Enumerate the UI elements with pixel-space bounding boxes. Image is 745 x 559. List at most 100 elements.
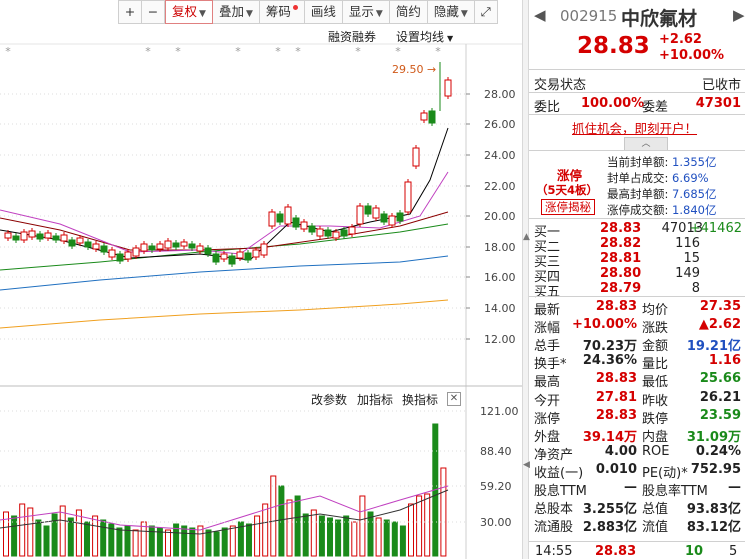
stat-label: 外盘	[534, 429, 561, 445]
stat-value: 70.23万	[582, 339, 637, 355]
price-change-pct: +10.00%	[659, 48, 725, 63]
candle-body	[340, 229, 348, 237]
volume-bar	[140, 521, 147, 557]
price-tick-label: 24.00	[484, 149, 516, 162]
candle-body	[124, 251, 132, 260]
volume-bar	[383, 519, 390, 557]
kline-panel[interactable]: + − 复权 ▼ 叠加 ▼ 筹码 画线 显示 ▼ 简约 隐藏 ▼ ⤢ 融资融券 设置均线…	[0, 0, 522, 559]
stock-code: 002915	[560, 7, 618, 25]
stat-value: 27.35	[699, 299, 741, 314]
trade-status-value: 已收市	[701, 78, 741, 93]
volume-bar	[59, 505, 66, 557]
bid-volume: 8	[691, 281, 700, 296]
collapse-tab[interactable]: ︿	[624, 137, 668, 150]
last-price: 28.83	[577, 33, 650, 59]
volume-bar	[35, 519, 42, 557]
price-tick-label: 12.00	[484, 333, 516, 346]
candle-body	[172, 242, 180, 248]
candle-body	[68, 239, 76, 247]
tick-count: 5	[729, 544, 738, 559]
stat-value: 19.21亿	[686, 339, 741, 355]
volume-bar	[19, 503, 26, 557]
arrow-left-icon[interactable]: ◀	[523, 460, 530, 470]
change-params-button[interactable]: 改参数	[311, 391, 347, 408]
next-stock-icon[interactable]: ▶	[733, 6, 745, 24]
volume-bar	[440, 467, 447, 557]
volume-bar	[165, 529, 171, 557]
price-chart[interactable]: * * * * * * * * * 28.00 26.00 24.00 22.00 20.00 18.00…	[0, 0, 522, 559]
candle-body	[36, 233, 44, 240]
bid-volume: 149	[675, 266, 700, 281]
volume-bar	[270, 475, 277, 557]
stat-label: 涨停	[534, 411, 561, 427]
candle-body	[148, 245, 156, 251]
stat-label: 收益(一)	[534, 465, 584, 481]
stat-value: 28.83	[595, 299, 637, 314]
add-indicator-button[interactable]: 加指标	[357, 391, 393, 408]
price-axis-ticks: 28.00 26.00 24.00 22.00 20.00 18.00 16.00 14.00…	[466, 88, 516, 346]
stat-label: 昨收	[642, 393, 669, 409]
candle-body	[332, 231, 340, 239]
stat-label: 股息TTM	[534, 484, 587, 499]
candle-body	[412, 147, 420, 167]
candle-body	[260, 243, 268, 256]
candle-body	[20, 231, 28, 241]
star-icon: *	[435, 45, 441, 58]
volume-bar	[67, 517, 74, 557]
volume-bar	[197, 525, 204, 557]
max-price-label: 29.50 →	[392, 63, 437, 76]
volume-tick-label: 59.20	[480, 480, 512, 493]
volume-bar	[335, 519, 342, 557]
candle-body	[196, 245, 204, 252]
stat-label: 涨跌	[642, 321, 669, 337]
stat-value: 39.14万	[582, 429, 637, 445]
candle-body	[84, 241, 92, 248]
volume-tick-label: 30.00	[480, 516, 512, 529]
volume-bar	[229, 525, 236, 557]
bid-label: 买五	[534, 285, 561, 300]
limit-detail-value: 7.685亿	[668, 187, 717, 201]
stat-label: 股息率TTM	[642, 484, 708, 499]
divider-line	[529, 541, 745, 542]
stat-value: 83.12亿	[686, 520, 741, 536]
stat-value: 0.24%	[695, 443, 741, 459]
star-icon: *	[395, 45, 401, 58]
limit-detail-label: 最高封单额:	[607, 187, 669, 201]
volume-bar	[132, 529, 139, 557]
volume-bar	[27, 507, 34, 557]
stat-value: 31.09万	[686, 429, 741, 445]
candle-body	[316, 228, 324, 237]
weibi-label: 委比	[534, 100, 561, 115]
bid-price: 28.80	[600, 266, 642, 281]
divider-line	[529, 296, 745, 297]
panel-divider[interactable]: ▲ ◀	[522, 0, 530, 559]
prev-stock-icon[interactable]: ◀	[534, 6, 546, 24]
ma-line	[0, 299, 449, 329]
stat-label: 净资产	[534, 447, 574, 463]
bid-change: +41462	[689, 221, 742, 236]
volume-bar	[189, 527, 196, 557]
limit-up-reveal-button[interactable]: 涨停揭秘	[541, 199, 595, 215]
limit-detail-value: 6.69%	[668, 171, 709, 185]
close-icon[interactable]: ✕	[447, 392, 461, 406]
bid-price: 28.83	[600, 221, 642, 236]
candle-body	[60, 234, 68, 242]
candle-body	[372, 207, 380, 219]
price-tick-label: 20.00	[484, 210, 516, 223]
candlesticks	[4, 62, 452, 267]
stat-value: 2.883亿	[582, 520, 637, 536]
star-icon: *	[295, 45, 301, 58]
volume-bar	[43, 525, 50, 557]
weibi-value: 100.00%	[581, 96, 645, 111]
switch-indicator-button[interactable]: 换指标	[402, 391, 438, 408]
stat-value: 1.16	[708, 353, 741, 369]
arrow-right-icon: →	[423, 63, 437, 76]
candle-body	[108, 249, 116, 258]
stat-value: —	[728, 480, 741, 495]
star-icon: *	[175, 45, 181, 58]
stat-label: 今开	[534, 393, 561, 409]
price-tick-label: 16.00	[484, 271, 516, 284]
volume-bar	[416, 495, 423, 557]
candle-body	[348, 226, 356, 235]
open-account-link[interactable]: 抓住机会，即刻开户！	[572, 118, 697, 137]
